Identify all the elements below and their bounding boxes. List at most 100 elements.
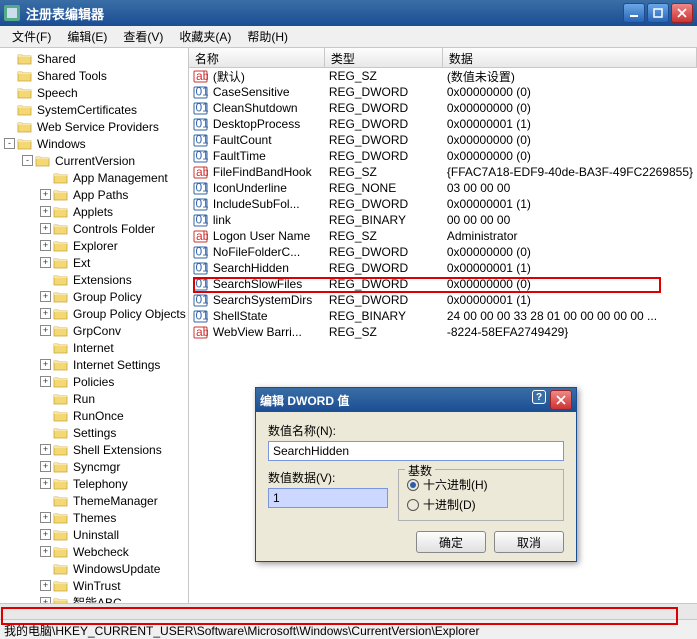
tree-label[interactable]: WindowsUpdate — [71, 562, 162, 576]
tree-node[interactable]: App Management — [0, 169, 188, 186]
menu-help[interactable]: 帮助(H) — [239, 26, 296, 47]
value-row[interactable]: 011CaseSensitiveREG_DWORD0x00000000 (0) — [189, 84, 697, 100]
expand-icon[interactable]: + — [40, 308, 51, 319]
tree-label[interactable]: Windows — [35, 137, 88, 151]
value-row[interactable]: 011linkREG_BINARY00 00 00 00 — [189, 212, 697, 228]
expand-icon[interactable]: + — [40, 546, 51, 557]
tree-node[interactable]: + Policies — [0, 373, 188, 390]
tree-node[interactable]: ThemeManager — [0, 492, 188, 509]
expand-icon[interactable]: + — [40, 461, 51, 472]
tree-label[interactable]: RunOnce — [71, 409, 126, 423]
value-name-input[interactable] — [268, 441, 564, 461]
tree-node[interactable]: Web Service Providers — [0, 118, 188, 135]
tree-label[interactable]: Explorer — [71, 239, 120, 253]
tree-node[interactable]: + App Paths — [0, 186, 188, 203]
tree-label[interactable]: Settings — [71, 426, 118, 440]
expand-icon[interactable]: + — [40, 512, 51, 523]
tree-node[interactable]: + Themes — [0, 509, 188, 526]
tree-label[interactable]: Themes — [71, 511, 118, 525]
tree-node[interactable]: + 智能ABC — [0, 594, 188, 603]
tree-label[interactable]: App Management — [71, 171, 170, 185]
minimize-button[interactable] — [623, 3, 645, 23]
tree-label[interactable]: Telephony — [71, 477, 130, 491]
tree-node[interactable]: + Webcheck — [0, 543, 188, 560]
tree-label[interactable]: Extensions — [71, 273, 134, 287]
value-row[interactable]: 011IconUnderlineREG_NONE03 00 00 00 — [189, 180, 697, 196]
dialog-titlebar[interactable]: 编辑 DWORD 值 ? — [256, 388, 576, 412]
value-row[interactable]: 011IncludeSubFol...REG_DWORD0x00000001 (… — [189, 196, 697, 212]
tree-node[interactable]: Run — [0, 390, 188, 407]
tree-label[interactable]: Internet Settings — [71, 358, 162, 372]
tree-node[interactable]: Settings — [0, 424, 188, 441]
tree-label[interactable]: ThemeManager — [71, 494, 160, 508]
ok-button[interactable]: 确定 — [416, 531, 486, 553]
value-data-input[interactable] — [268, 488, 388, 508]
menu-edit[interactable]: 编辑(E) — [59, 26, 115, 47]
tree-node[interactable]: + Group Policy — [0, 288, 188, 305]
tree-node[interactable]: +Applets — [0, 203, 188, 220]
tree-node[interactable]: +Controls Folder — [0, 220, 188, 237]
maximize-button[interactable] — [647, 3, 669, 23]
tree-label[interactable]: Policies — [71, 375, 116, 389]
tree-node[interactable]: +Syncmgr — [0, 458, 188, 475]
cancel-button[interactable]: 取消 — [494, 531, 564, 553]
tree-label[interactable]: Web Service Providers — [35, 120, 161, 134]
tree-node[interactable]: + Explorer — [0, 237, 188, 254]
expand-icon[interactable]: + — [40, 291, 51, 302]
tree-label[interactable]: Group Policy — [71, 290, 144, 304]
tree-label[interactable]: Shell Extensions — [71, 443, 164, 457]
expand-icon[interactable]: + — [40, 529, 51, 540]
expand-icon[interactable]: + — [40, 597, 51, 603]
col-type[interactable]: 类型 — [325, 48, 443, 67]
value-row[interactable]: 011ShellStateREG_BINARY24 00 00 00 33 28… — [189, 308, 697, 324]
value-row[interactable]: 011DesktopProcessREG_DWORD0x00000001 (1) — [189, 116, 697, 132]
expand-icon[interactable]: + — [40, 359, 51, 370]
value-row[interactable]: 011SearchSystemDirsREG_DWORD0x00000001 (… — [189, 292, 697, 308]
tree-node[interactable]: -CurrentVersion — [0, 152, 188, 169]
tree-label[interactable]: Shared Tools — [35, 69, 109, 83]
tree-node[interactable]: +Group Policy Objects — [0, 305, 188, 322]
tree-node[interactable]: Shared Tools — [0, 67, 188, 84]
tree-label[interactable]: Speech — [35, 86, 80, 100]
expand-icon[interactable]: + — [40, 257, 51, 268]
tree-node[interactable]: Internet — [0, 339, 188, 356]
tree-node[interactable]: RunOnce — [0, 407, 188, 424]
list-hscroll[interactable] — [218, 603, 697, 619]
expand-icon[interactable]: + — [40, 189, 51, 200]
tree-node[interactable]: Speech — [0, 84, 188, 101]
tree-node[interactable]: +WinTrust — [0, 577, 188, 594]
value-row[interactable]: 011NoFileFolderC...REG_DWORD0x00000000 (… — [189, 244, 697, 260]
tree-label[interactable]: Ext — [71, 256, 92, 270]
expand-icon[interactable]: + — [40, 580, 51, 591]
col-name[interactable]: 名称 — [189, 48, 325, 67]
tree-label[interactable]: Webcheck — [71, 545, 131, 559]
tree-label[interactable]: GrpConv — [71, 324, 123, 338]
expand-icon[interactable]: + — [40, 376, 51, 387]
tree-node[interactable]: SystemCertificates — [0, 101, 188, 118]
expand-icon[interactable]: + — [40, 478, 51, 489]
value-row[interactable]: 011SearchHiddenREG_DWORD0x00000001 (1) — [189, 260, 697, 276]
dialog-close-button[interactable] — [550, 390, 572, 410]
expand-icon[interactable]: + — [40, 325, 51, 336]
tree-label[interactable]: 智能ABC — [71, 594, 124, 603]
tree-hscroll[interactable] — [0, 603, 218, 619]
value-row[interactable]: abLogon User NameREG_SZAdministrator — [189, 228, 697, 244]
tree-label[interactable]: SystemCertificates — [35, 103, 139, 117]
tree-pane[interactable]: SharedShared ToolsSpeechSystemCertificat… — [0, 48, 189, 603]
value-row[interactable]: 011CleanShutdownREG_DWORD0x00000000 (0) — [189, 100, 697, 116]
tree-node[interactable]: - Windows — [0, 135, 188, 152]
tree-node[interactable]: Extensions — [0, 271, 188, 288]
tree-label[interactable]: Applets — [71, 205, 115, 219]
tree-node[interactable]: + Shell Extensions — [0, 441, 188, 458]
value-row[interactable]: abWebView Barri...REG_SZ-8224-58EFA27494… — [189, 324, 697, 340]
tree-label[interactable]: App Paths — [71, 188, 130, 202]
expand-icon[interactable]: + — [40, 444, 51, 455]
expand-icon[interactable]: + — [40, 240, 51, 251]
tree-node[interactable]: + GrpConv — [0, 322, 188, 339]
menu-file[interactable]: 文件(F) — [4, 26, 59, 47]
value-row[interactable]: ab(默认)REG_SZ(数值未设置) — [189, 68, 697, 84]
tree-label[interactable]: Uninstall — [71, 528, 121, 542]
value-row[interactable]: 011FaultCountREG_DWORD0x00000000 (0) — [189, 132, 697, 148]
collapse-icon[interactable]: - — [4, 138, 15, 149]
tree-node[interactable]: + Uninstall — [0, 526, 188, 543]
